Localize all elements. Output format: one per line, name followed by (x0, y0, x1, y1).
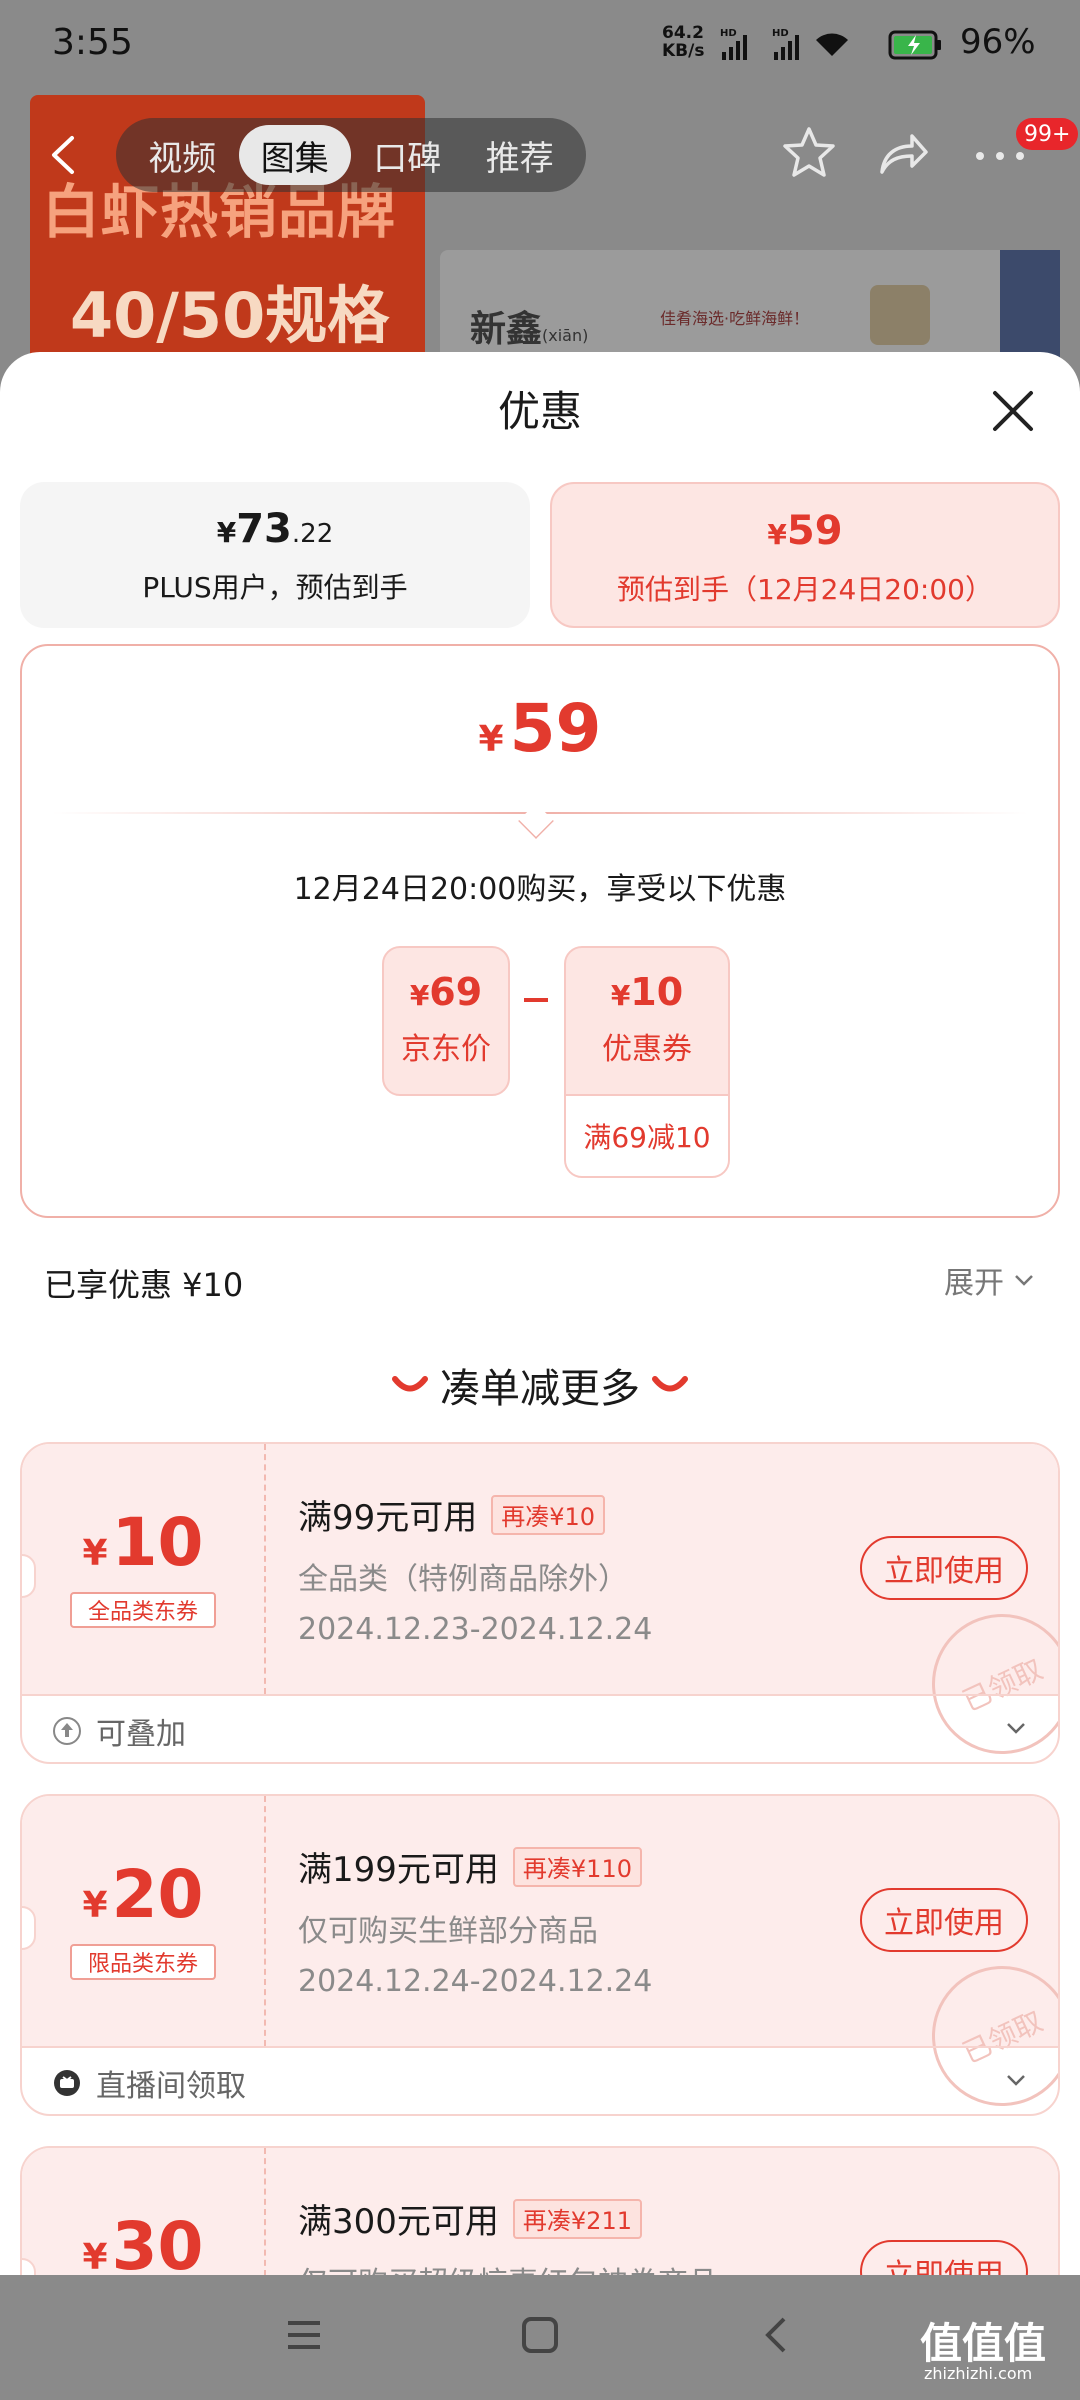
back-nav-icon[interactable] (756, 2315, 796, 2355)
use-now-button[interactable]: 立即使用 (860, 1536, 1028, 1600)
divider-notch (518, 803, 554, 839)
status-bar: 3:55 64.2 KB/s HD HD 96% (0, 0, 1080, 90)
coupon-amount: ¥20 (82, 1856, 204, 1933)
message-badge: 99+ (1016, 118, 1079, 150)
coupon-condition: 满199元可用 再凑¥110 (298, 1842, 642, 1891)
smile-icon (652, 1376, 688, 1392)
coupon-condition: 满300元可用 再凑¥211 (298, 2194, 642, 2243)
enjoyed-discount: 已享优惠 ¥10 (44, 1266, 244, 1304)
estimated-price-card[interactable]: ¥59 预估到手（12月24日20:00） (550, 482, 1060, 628)
minus-sign (524, 998, 548, 1002)
coupon-shortfall: 再凑¥110 (512, 1846, 642, 1887)
coupon-footer[interactable]: 直播间领取 (22, 2046, 1058, 2114)
watermark: 值值值 zhizhizhi.com (920, 2319, 1047, 2383)
home-icon[interactable] (520, 2315, 560, 2355)
coupon-date: 2024.12.23-2024.12.24 (298, 1612, 653, 1647)
coupon-footer[interactable]: 可叠加 (22, 1694, 1058, 1762)
estimated-price: ¥59 (767, 508, 843, 554)
back-icon[interactable] (40, 130, 90, 180)
discount-sheet: 优惠 ¥73.22 PLUS用户，预估到手 ¥59 预估到手（12月24日20:… (0, 352, 1080, 2400)
coupon-type-tag: 限品类东券 (70, 1944, 216, 1980)
coupon-shortfall: 再凑¥211 (512, 2198, 642, 2239)
battery-percent: 96% (960, 22, 1036, 62)
price-breakdown: ¥59 12月24日20:00购买，享受以下优惠 ¥69 京东价 ¥10 优惠券… (20, 644, 1060, 1218)
coupon-type-tag: 全品类东券 (70, 1592, 216, 1628)
chevron-down-icon (1007, 1723, 1025, 1734)
use-now-button[interactable]: 立即使用 (860, 1888, 1028, 1952)
final-price: ¥59 (478, 690, 602, 767)
coupon-amount: ¥10 (82, 1504, 204, 1581)
section-title: 凑单减更多 (0, 1356, 1080, 1414)
estimated-price-label: 预估到手（12月24日20:00） (617, 573, 993, 606)
status-time: 3:55 (52, 22, 133, 63)
coupon-label: 优惠券 (602, 1032, 692, 1067)
product-brand: 新鑫(xiān) (470, 309, 589, 350)
jd-price-label: 京东价 (401, 1032, 491, 1067)
plus-price-card[interactable]: ¥73.22 PLUS用户，预估到手 (20, 482, 530, 628)
media-tabs: 视频 图集 口碑 推荐 (116, 118, 586, 192)
tab-video[interactable]: 视频 (126, 125, 239, 185)
signal-wifi-battery-icons: HD HD (720, 28, 941, 60)
coupon-rule: 满69减10 (566, 1094, 728, 1176)
system-nav-bar (0, 2275, 1080, 2400)
coupon-divider (264, 1444, 266, 1694)
brand-logo (870, 285, 930, 345)
expand-button[interactable]: 展开 (944, 1258, 1036, 1302)
promo-line-2: 40/50规格 (70, 279, 390, 352)
menu-icon[interactable] (284, 2315, 324, 2355)
chevron-down-icon (1015, 1275, 1033, 1286)
coupon-card: ¥10 全品类东券 满99元可用 再凑¥10 全品类（特例商品除外） 2024.1… (20, 1442, 1060, 1764)
coupon-scope: 全品类（特例商品除外） (298, 1562, 628, 1597)
jd-price-box: ¥69 京东价 (382, 946, 510, 1096)
tab-gallery[interactable]: 图集 (238, 125, 351, 185)
coupon-divider (264, 1796, 266, 2046)
svg-text:HD: HD (720, 28, 737, 39)
svg-text:HD: HD (772, 28, 789, 39)
coupon-card: ¥20 限品类东券 满199元可用 再凑¥110 仅可购买生鲜部分商品 2024.… (20, 1794, 1060, 2116)
coupon-footer-label: 直播间领取 (96, 2069, 246, 2104)
coupon-condition: 满99元可用 再凑¥10 (298, 1490, 606, 1539)
plus-price: ¥73.22 (216, 506, 334, 552)
plus-price-label: PLUS用户，预估到手 (142, 571, 408, 604)
buy-time-line: 12月24日20:00购买，享受以下优惠 (293, 872, 787, 907)
product-slogan: 佳肴海选·吃鲜海鲜！ (660, 309, 810, 328)
expand-label: 展开 (944, 1266, 1004, 1301)
coupon-box: ¥10 优惠券 满69减10 (564, 946, 730, 1178)
coupon-date: 2024.12.24-2024.12.24 (298, 1964, 653, 1999)
tab-recommend[interactable]: 推荐 (464, 125, 577, 185)
close-icon[interactable] (990, 388, 1036, 434)
jd-price-value: 69 (429, 970, 483, 1014)
coupon-footer-label: 可叠加 (96, 1717, 186, 1752)
sheet-title: 优惠 (497, 387, 582, 436)
favorite-star-icon[interactable] (780, 124, 838, 182)
coupon-amount: ¥30 (82, 2208, 204, 2285)
chevron-down-icon (1007, 2075, 1025, 2086)
smile-icon (392, 1376, 428, 1392)
share-icon[interactable] (874, 126, 930, 182)
net-speed: 64.2 KB/s (662, 23, 705, 61)
tab-reviews[interactable]: 口碑 (351, 125, 464, 185)
coupon-value: 10 (630, 970, 684, 1014)
stack-icon (53, 1717, 81, 1745)
coupon-shortfall: 再凑¥10 (491, 1494, 606, 1535)
live-stream-icon (54, 2070, 80, 2096)
coupon-scope: 仅可购买生鲜部分商品 (298, 1914, 598, 1949)
